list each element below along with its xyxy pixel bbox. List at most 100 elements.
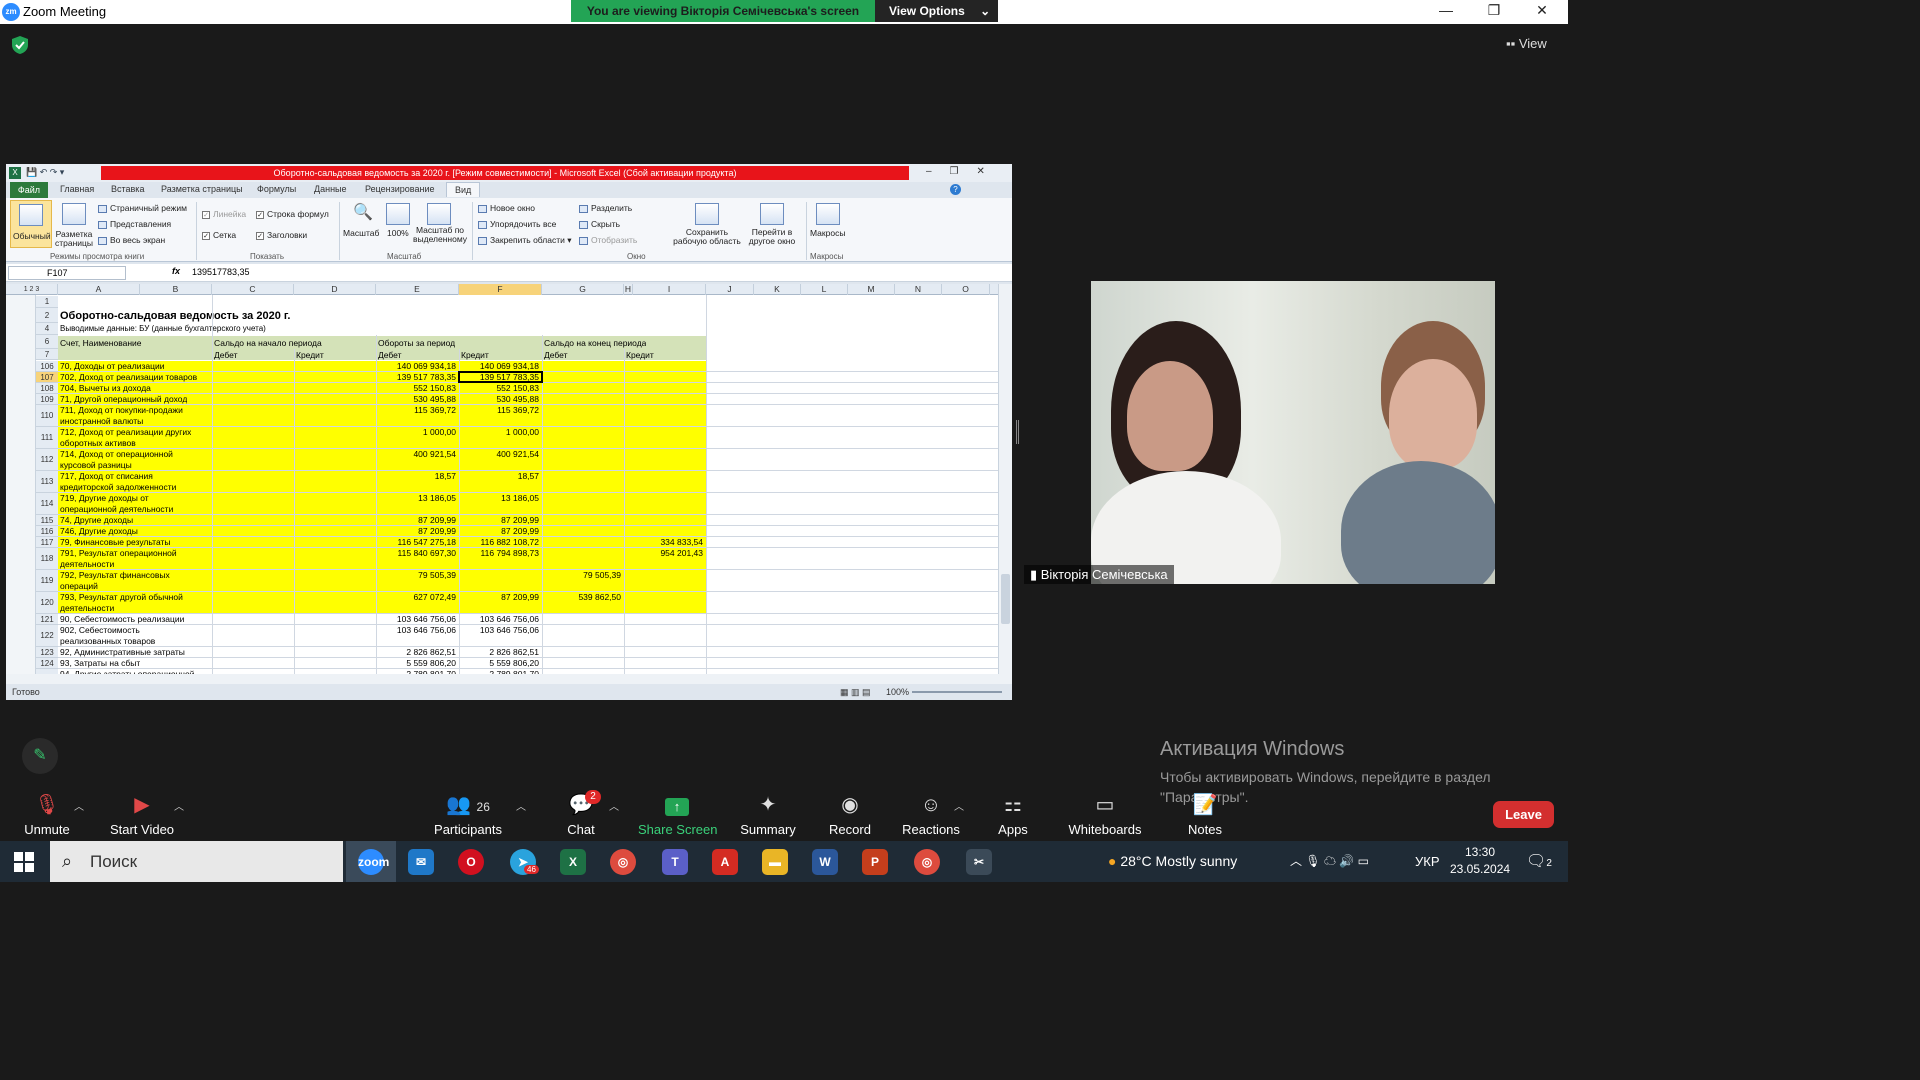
outline-level-buttons[interactable]: 1 2 3 <box>6 284 58 295</box>
normal-view-button[interactable]: Обычный <box>10 200 52 248</box>
excel-window-controls[interactable]: –❐✕ <box>926 166 1003 177</box>
row-header[interactable]: 114 <box>36 493 58 515</box>
row-header[interactable]: 121 <box>36 614 58 625</box>
row-header[interactable]: 106 <box>36 361 58 372</box>
weather-widget[interactable]: ● 28°C Mostly sunny <box>1108 841 1237 882</box>
row-header[interactable]: 111 <box>36 427 58 449</box>
excel-app-icon[interactable]: X <box>560 849 586 875</box>
name-box[interactable]: F107 <box>8 266 126 280</box>
active-cell-f107[interactable] <box>458 371 543 383</box>
row-header[interactable]: 7 <box>36 349 58 360</box>
word-app-icon[interactable]: W <box>812 849 838 875</box>
powerpoint-app-icon[interactable]: P <box>862 849 888 875</box>
col-header-f[interactable]: F <box>459 284 542 295</box>
row-header[interactable]: 107 <box>36 372 58 383</box>
participants-button[interactable]: 👥 26 Participants <box>432 792 504 837</box>
tab-insert[interactable]: Вставка <box>111 184 144 194</box>
row-header[interactable]: 110 <box>36 405 58 427</box>
close-button[interactable]: ✕ <box>1532 2 1552 19</box>
reactions-button[interactable]: ☺ Reactions <box>900 792 962 837</box>
hide-button[interactable]: Скрыть <box>579 219 620 229</box>
arrange-all-button[interactable]: Упорядочить все <box>478 219 556 229</box>
split-button[interactable]: Разделить <box>579 203 632 213</box>
tab-review[interactable]: Рецензирование <box>365 184 435 194</box>
row-header[interactable]: 112 <box>36 449 58 471</box>
leave-button[interactable]: Leave <box>1493 801 1554 828</box>
fx-icon[interactable]: fx <box>172 266 180 276</box>
row-header[interactable]: 124 <box>36 658 58 669</box>
outline-level-1[interactable]: 1 <box>24 286 28 293</box>
col-header-h[interactable]: H <box>624 284 633 295</box>
language-indicator[interactable]: УКР <box>1415 841 1440 882</box>
headings-checkbox[interactable]: ✓ Заголовки <box>256 230 307 240</box>
tab-file[interactable]: Файл <box>10 182 48 198</box>
share-screen-button[interactable]: ↑ Share Screen <box>638 792 718 837</box>
help-icon[interactable]: ? <box>950 184 961 195</box>
row-header[interactable]: 122 <box>36 625 58 647</box>
row-header[interactable]: 123 <box>36 647 58 658</box>
notifications-icon[interactable]: 🗨2 <box>1526 841 1552 882</box>
tab-view[interactable]: Вид <box>446 182 481 197</box>
col-header-o[interactable]: O <box>942 284 990 295</box>
page-layout-button[interactable]: Разметка страницы <box>54 200 94 248</box>
formula-input[interactable]: 139517783,35 <box>192 267 250 277</box>
row-header[interactable]: 2 <box>36 308 58 323</box>
view-mode-icons[interactable]: ▦ ▥ ▤ <box>840 687 871 698</box>
unmute-button[interactable]: 🎙 Unmute <box>18 792 76 837</box>
zoom-slider[interactable] <box>912 691 1002 693</box>
acrobat-app-icon[interactable]: A <box>712 849 738 875</box>
row-header[interactable]: 118 <box>36 548 58 570</box>
col-header-c[interactable]: C <box>212 284 294 295</box>
col-header-g[interactable]: G <box>542 284 624 295</box>
page-break-mode-button[interactable]: Страничный режим <box>98 203 187 213</box>
col-header-a[interactable]: A <box>58 284 140 295</box>
horizontal-scrollbar[interactable] <box>6 674 1012 684</box>
tab-data[interactable]: Данные <box>314 184 347 194</box>
outline-level-2[interactable]: 2 <box>30 286 34 293</box>
row-header[interactable]: 117 <box>36 537 58 548</box>
scroll-thumb[interactable] <box>1001 574 1010 624</box>
mail-app-icon[interactable]: ✉ <box>408 849 434 875</box>
audio-options-caret[interactable]: ︿ <box>74 798 84 813</box>
taskbar-search[interactable]: ⌕ Поиск <box>50 841 343 882</box>
col-header-m[interactable]: M <box>848 284 895 295</box>
reactions-caret[interactable]: ︿ <box>954 798 964 813</box>
outline-level-3[interactable]: 3 <box>35 286 39 293</box>
view-options-button[interactable]: View Options ⌄ <box>875 0 998 22</box>
custom-views-button[interactable]: Представления <box>98 219 171 229</box>
row-header[interactable]: 108 <box>36 383 58 394</box>
start-video-button[interactable]: ▶ Start Video <box>104 792 180 837</box>
explorer-app-icon[interactable]: ▬ <box>762 849 788 875</box>
col-header-e[interactable]: E <box>376 284 459 295</box>
taskbar-clock[interactable]: 13:30 23.05.2024 <box>1450 844 1510 878</box>
gridlines-checkbox[interactable]: ✓ Сетка <box>202 230 236 240</box>
col-header-l[interactable]: L <box>801 284 848 295</box>
row-header[interactable]: 120 <box>36 592 58 614</box>
tab-formulas[interactable]: Формулы <box>257 184 296 194</box>
full-screen-button[interactable]: Во весь экран <box>98 235 165 245</box>
whiteboards-button[interactable]: ▭ Whiteboards <box>1066 792 1144 837</box>
view-button[interactable]: ▪▪ View <box>1506 36 1547 51</box>
col-header-d[interactable]: D <box>294 284 376 295</box>
vertical-scrollbar[interactable] <box>998 284 1012 674</box>
quick-access-icons[interactable]: 💾 ↶ ↷ ▾ <box>26 167 64 178</box>
record-button[interactable]: ◉ Record <box>826 792 874 837</box>
chrome-app-icon[interactable]: ◎ <box>610 849 636 875</box>
col-header-n[interactable]: N <box>895 284 942 295</box>
participant-video[interactable] <box>1091 281 1495 584</box>
formula-bar-checkbox[interactable]: ✓ Строка формул <box>256 209 329 219</box>
teams-app-icon[interactable]: T <box>662 849 688 875</box>
row-header[interactable]: 4 <box>36 323 58 335</box>
notes-button[interactable]: 📝 Notes <box>1184 792 1226 837</box>
new-window-button[interactable]: Новое окно <box>478 203 535 213</box>
unhide-button[interactable]: Отобразить <box>579 235 637 245</box>
col-header-b[interactable]: B <box>140 284 212 295</box>
col-header-i[interactable]: I <box>633 284 706 295</box>
row-header[interactable]: 109 <box>36 394 58 405</box>
snipping-tool-icon[interactable]: ✂ <box>966 849 992 875</box>
ruler-checkbox[interactable]: ✓ Линейка <box>202 209 246 219</box>
apps-button[interactable]: ⚏ Apps <box>994 792 1032 837</box>
freeze-panes-button[interactable]: Закрепить области ▾ <box>478 235 572 246</box>
tab-page-layout[interactable]: Разметка страницы <box>161 184 243 194</box>
col-header-j[interactable]: J <box>706 284 754 295</box>
